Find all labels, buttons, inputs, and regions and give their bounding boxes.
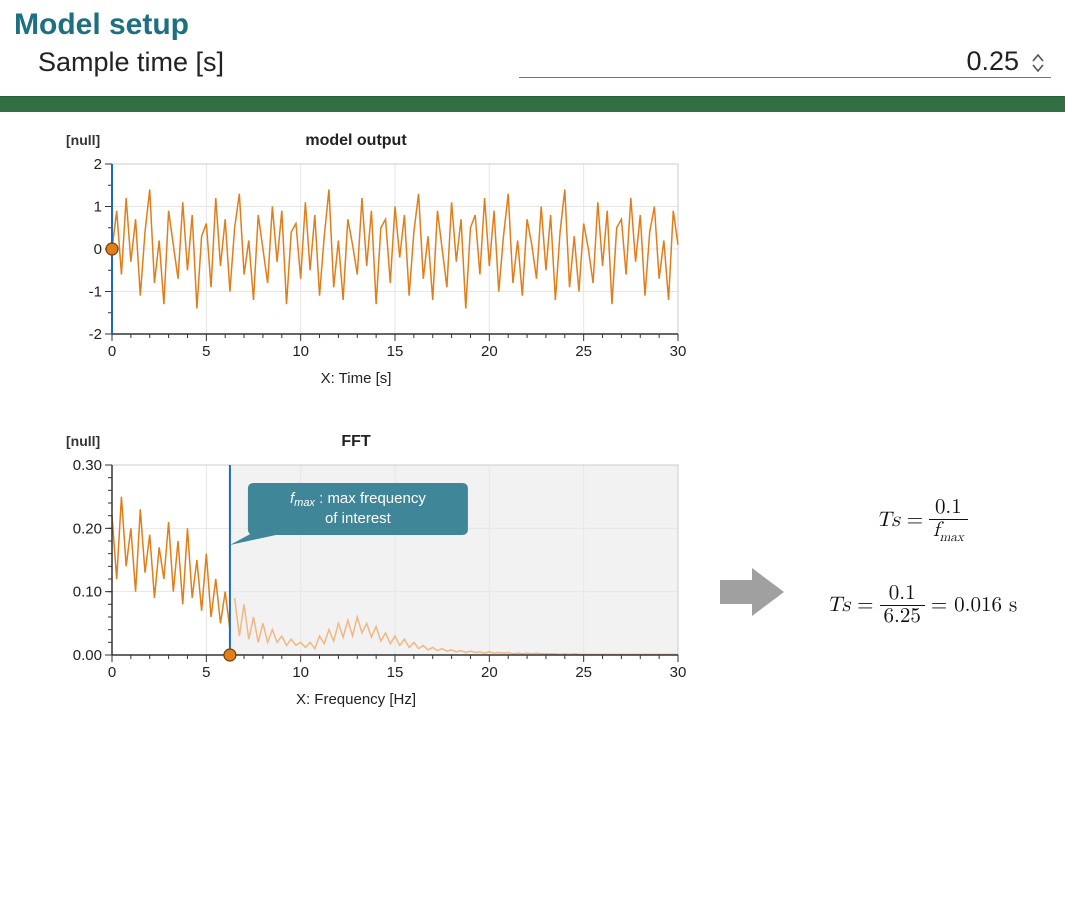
- chart1-xlabel: X: Time [s]: [20, 370, 692, 387]
- chart-fft: [null] FFT 0510152025300.000.100.200.30f…: [20, 433, 692, 708]
- svg-text:0.00: 0.00: [73, 647, 102, 664]
- svg-text:0: 0: [94, 241, 102, 258]
- svg-text:2: 2: [94, 156, 102, 173]
- number-stepper[interactable]: [1031, 53, 1045, 77]
- sample-time-row: Sample time [s] 0.25: [38, 46, 1051, 78]
- side-panel: Ts = 0.1 fmax Ts = 0.1 6.25 = 0.016 s: [692, 132, 1065, 832]
- chart-model-output: [null] model output 051015202530-2-1012 …: [20, 132, 692, 387]
- svg-text:1: 1: [94, 199, 102, 216]
- sample-time-input[interactable]: 0.25: [519, 46, 1051, 78]
- chart2-ylabel: [null]: [66, 433, 100, 449]
- sample-time-value: 0.25: [966, 46, 1019, 77]
- svg-text:10: 10: [292, 343, 309, 360]
- arrow-right-icon: [718, 562, 788, 622]
- svg-text:0: 0: [108, 664, 116, 681]
- svg-text:0.10: 0.10: [73, 584, 102, 601]
- svg-text:-1: -1: [89, 284, 102, 301]
- chart1-ylabel: [null]: [66, 132, 100, 148]
- chart1-svg[interactable]: 0 5 10 15 20 25 30 -2 -1 0 1 2: [20, 154, 692, 364]
- svg-text:20: 20: [481, 343, 498, 360]
- svg-text:0.20: 0.20: [73, 520, 102, 537]
- svg-text:5: 5: [202, 664, 210, 681]
- svg-text:-2: -2: [89, 326, 102, 343]
- svg-text:of interest: of interest: [325, 510, 392, 527]
- svg-text:0: 0: [108, 343, 116, 360]
- svg-text:15: 15: [387, 343, 404, 360]
- chart1-title: model output: [20, 132, 692, 150]
- svg-text:30: 30: [670, 664, 687, 681]
- svg-text:10: 10: [292, 664, 309, 681]
- svg-text:20: 20: [481, 664, 498, 681]
- formulas: Ts = 0.1 fmax Ts = 0.1 6.25 = 0.016 s: [792, 497, 1052, 666]
- formula-2: Ts = 0.1 6.25 = 0.016 s: [792, 583, 1052, 628]
- svg-text:30: 30: [670, 343, 687, 360]
- chevron-down-icon[interactable]: [1031, 63, 1045, 73]
- svg-text:15: 15: [387, 664, 404, 681]
- divider-bar: [0, 96, 1065, 112]
- formula-1: Ts = 0.1 fmax: [792, 497, 1052, 545]
- sample-time-label: Sample time [s]: [38, 47, 224, 78]
- panel-title: Model setup: [14, 8, 1051, 42]
- svg-text:5: 5: [202, 343, 210, 360]
- svg-text:0.30: 0.30: [73, 457, 102, 474]
- chevron-up-icon[interactable]: [1031, 53, 1045, 63]
- svg-text:25: 25: [575, 664, 592, 681]
- chart2-svg[interactable]: 0510152025300.000.100.200.30fmax : max f…: [20, 455, 692, 685]
- chart2-title: FFT: [20, 433, 692, 451]
- svg-text:25: 25: [575, 343, 592, 360]
- model-setup-panel: Model setup Sample time [s] 0.25: [0, 0, 1065, 96]
- chart2-xlabel: X: Frequency [Hz]: [20, 691, 692, 708]
